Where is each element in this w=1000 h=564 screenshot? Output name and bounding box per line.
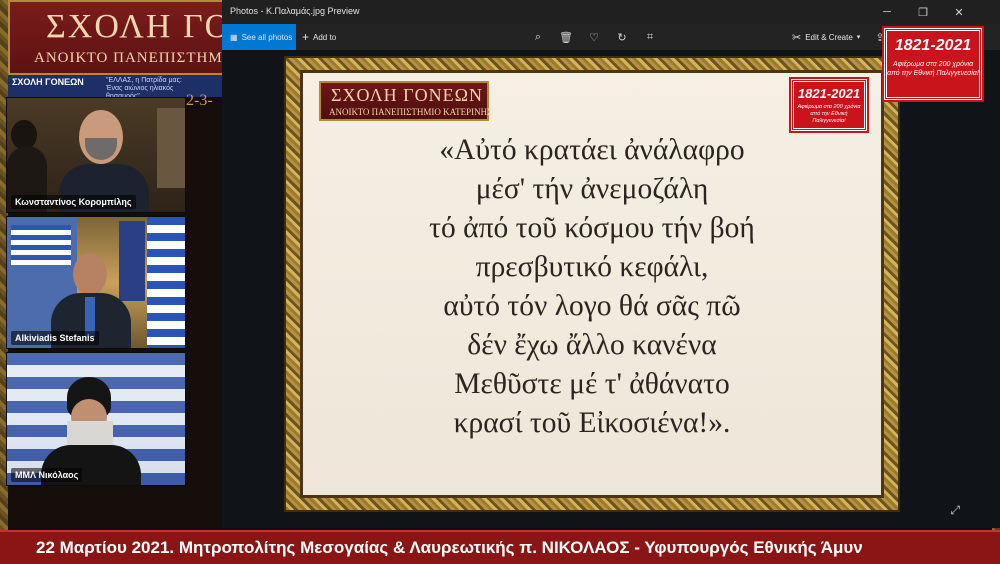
poem-line: τό ἀπό τοῦ κόσμου τήν βοή bbox=[429, 212, 755, 244]
gallery-icon: ▦ bbox=[230, 32, 238, 42]
participant-tile-1[interactable]: Κωνσταντίνος Κορομπίλης bbox=[6, 97, 186, 213]
picture-content: ΣΧΟΛΗ ΓΟΝΕΩΝ ΑΝΟΙΚΤΟ ΠΑΝΕΠΙΣΤΗΜΙΟ ΚΑΤΕΡΙ… bbox=[300, 70, 884, 498]
poem-line: «Αὐτό κρατάει ἀνάλαφρο bbox=[439, 134, 745, 166]
poem-line: μέσ' τήν ἀνεμοζάλη bbox=[475, 173, 709, 205]
window-title: Photos - Κ.Παλαμάς.jpg Preview bbox=[230, 6, 360, 16]
participant-tile-3[interactable]: ΜΜΛ Νικόλαος bbox=[6, 352, 186, 486]
zoom-icon[interactable]: ⌕ bbox=[528, 27, 548, 47]
participant-video bbox=[7, 217, 185, 348]
close-button[interactable]: ✕ bbox=[944, 2, 974, 22]
title-bar: Photos - Κ.Παλαμάς.jpg Preview ─ ❐ ✕ bbox=[222, 0, 1000, 24]
crop-icon[interactable]: ⌗ bbox=[640, 27, 660, 47]
school-banner: ΣΧΟΛΗ ΓΟΝΕΩΝ ΑΝΟΙΚΤΟ ΠΑΝΕΠΙΣΤΗΜΙΟ ΚΑΤΕΡΙ… bbox=[8, 0, 335, 75]
poem-line: πρεσβυτικό κεφάλι, bbox=[475, 251, 709, 283]
stamp-text: Αφιέρωμα στα 200 χρόνια από την Εθνική Π… bbox=[797, 104, 861, 124]
picture-banner-title: ΣΧΟΛΗ ΓΟΝΕΩΝ bbox=[331, 85, 483, 105]
picture-school-banner: ΣΧΟΛΗ ΓΟΝΕΩΝ ΑΝΟΙΚΤΟ ΠΑΝΕΠΙΣΤΗΜΙΟ ΚΑΤΕΡΙ… bbox=[319, 81, 493, 121]
picture-anniversary-stamp: 1821-2021 Αφιέρωμα στα 200 χρόνια από τη… bbox=[789, 77, 869, 133]
school-strip-label: ΣΧΟΛΗ ΓΟΝΕΩΝ bbox=[12, 77, 84, 87]
overlay-stamp-year: 1821-2021 bbox=[894, 37, 972, 54]
photo-viewer[interactable]: ΣΧΟΛΗ ΓΟΝΕΩΝ ΑΝΟΙΚΤΟ ΠΑΝΕΠΙΣΤΗΜΙΟ ΚΑΤΕΡΙ… bbox=[222, 50, 1000, 528]
stamp-year: 1821-2021 bbox=[797, 86, 861, 101]
add-to-label: Add to bbox=[313, 32, 337, 42]
participant-name: Κωνσταντίνος Κορομπίλης bbox=[11, 195, 136, 209]
expand-icon[interactable]: ⤢ bbox=[950, 503, 960, 518]
edit-icon: ✂ bbox=[792, 31, 802, 44]
see-all-photos-label: See all photos bbox=[241, 32, 293, 42]
news-ticker: 22 Μαρτίου 2021. Μητροπολίτης Μεσογαίας … bbox=[0, 530, 1000, 564]
ticker-text: 22 Μαρτίου 2021. Μητροπολίτης Μεσογαίας … bbox=[36, 538, 863, 557]
maximize-button[interactable]: ❐ bbox=[908, 2, 938, 22]
overlay-anniversary-stamp: 1821-2021 Αφιέρωμα στα 200 χρόνια από τη… bbox=[882, 26, 984, 102]
poem-text: «Αὐτό κρατάει ἀνάλαφρο μέσ' τήν ἀνεμοζάλ… bbox=[303, 131, 881, 443]
overlay-stamp-text: Αφιέρωμα στα 200 χρόνια από την Εθνική Π… bbox=[887, 61, 979, 77]
delete-icon[interactable]: 🗑 bbox=[556, 27, 576, 47]
edit-create-button[interactable]: ✂ Edit & Create ▾ bbox=[792, 24, 860, 50]
minimize-button[interactable]: ─ bbox=[872, 2, 902, 22]
picture-banner-subtitle: ΑΝΟΙΚΤΟ ΠΑΝΕΠΙΣΤΗΜΙΟ ΚΑΤΕΡΙΝΗΣ bbox=[329, 107, 493, 117]
poem-line: αὐτό τόν λογο θά σᾶς πῶ bbox=[443, 290, 741, 322]
background-date-fragment: 2-3- bbox=[186, 92, 213, 109]
participant-name: Alkiviadis Stefanis bbox=[11, 331, 99, 345]
heart-icon[interactable]: ♡ bbox=[584, 27, 604, 47]
add-to-button[interactable]: + Add to bbox=[302, 24, 336, 50]
plus-icon: + bbox=[302, 30, 310, 44]
chevron-down-icon: ▾ bbox=[856, 34, 861, 41]
rotate-icon[interactable]: ↻ bbox=[612, 27, 632, 47]
participant-name: ΜΜΛ Νικόλαος bbox=[11, 468, 83, 482]
participant-tile-2[interactable]: Alkiviadis Stefanis bbox=[6, 216, 186, 349]
ornate-picture-frame: ΣΧΟΛΗ ΓΟΝΕΩΝ ΑΝΟΙΚΤΟ ΠΑΝΕΠΙΣΤΗΜΙΟ ΚΑΤΕΡΙ… bbox=[284, 56, 900, 512]
poem-line: κρασί τοῦ Εἰκοσιένα!». bbox=[453, 407, 731, 439]
edit-create-label: Edit & Create bbox=[805, 32, 853, 42]
poem-line: δέν ἔχω ἄλλο κανένα bbox=[467, 329, 717, 361]
participant-video bbox=[7, 353, 185, 485]
see-all-photos-button[interactable]: ▦ See all photos bbox=[222, 24, 296, 50]
poem-line: Μεθῦστε μέ τ' ἀθάνατο bbox=[454, 368, 730, 400]
